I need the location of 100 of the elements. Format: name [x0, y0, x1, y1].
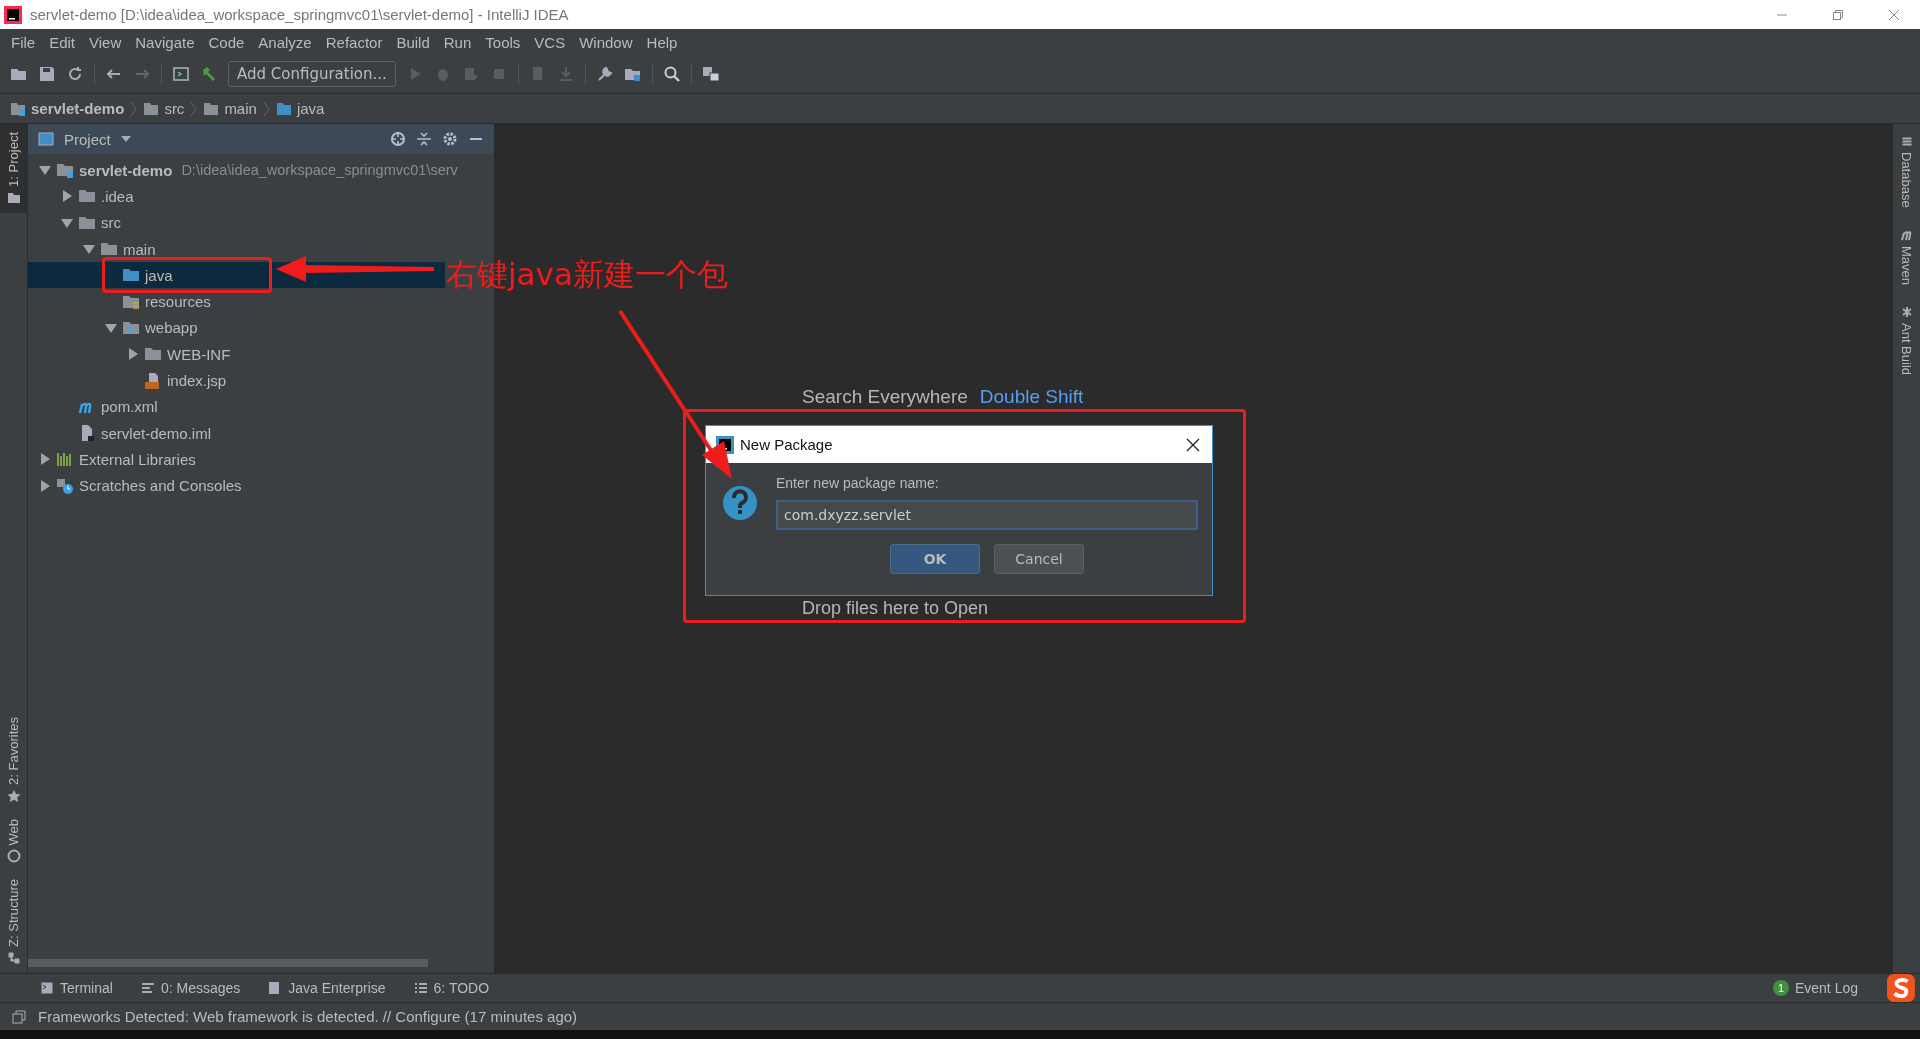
tree-label: main	[123, 240, 156, 258]
tool-window-tab[interactable]: 6: TODO	[413, 980, 490, 996]
menu-item[interactable]: Run	[436, 33, 479, 51]
menu-item[interactable]: VCS	[527, 33, 573, 51]
expand-arrow-icon[interactable]	[105, 321, 117, 334]
tree-row[interactable]: pom.xml	[28, 393, 494, 420]
menu-item[interactable]: Build	[389, 33, 437, 51]
side-tab[interactable]: Web	[0, 810, 27, 872]
scratches-clock-icon	[56, 476, 74, 495]
event-count-badge: 1	[1772, 980, 1789, 996]
tool-window-tab[interactable]: Java Enterprise	[268, 980, 386, 996]
menu-item[interactable]: Code	[201, 33, 252, 51]
menu-item[interactable]: View	[82, 33, 129, 51]
star-icon	[6, 788, 21, 803]
menu-item[interactable]: File	[4, 33, 43, 51]
status-message: Frameworks Detected: Web framework is detected. // Configure (17 minutes ago)	[38, 1008, 578, 1025]
panel-title[interactable]: Project	[64, 130, 111, 148]
expand-arrow-icon[interactable]	[39, 453, 51, 466]
folder-icon	[275, 100, 292, 117]
menu-item[interactable]: Refactor	[318, 33, 390, 51]
breadcrumb[interactable]: java	[275, 100, 325, 117]
tree-label: resources	[145, 293, 211, 311]
tree-row[interactable]: Scratches and Consoles	[28, 472, 494, 499]
tool-window-tab[interactable]: Terminal	[40, 980, 113, 996]
chevron-icon	[190, 100, 198, 117]
breadcrumb[interactable]: main	[203, 100, 257, 117]
chevron-icon	[130, 100, 138, 117]
package-name-field[interactable]: com.dxyzz.servlet	[776, 500, 1198, 530]
presentation-icon[interactable]	[701, 65, 720, 83]
menu-item[interactable]: Analyze	[251, 33, 319, 51]
side-tab[interactable]: Database	[1899, 124, 1914, 218]
tree-label: java	[145, 266, 173, 284]
tree-row[interactable]: servlet-demo.iml	[28, 419, 494, 447]
folder-icon	[6, 190, 21, 205]
expand-arrow-icon[interactable]	[61, 190, 73, 203]
expand-arrow-icon[interactable]	[39, 479, 51, 492]
menu-item[interactable]: Navigate	[128, 33, 202, 51]
tree-label: src	[101, 214, 121, 232]
scrollbar-thumb[interactable]	[28, 959, 428, 967]
prompt-label: Enter new package name:	[776, 475, 940, 491]
save-icon[interactable]	[38, 65, 56, 83]
tool-window-tab[interactable]: 0: Messages	[140, 980, 241, 996]
app-logo-icon	[4, 5, 22, 24]
side-tab[interactable]: Maven	[1899, 217, 1914, 295]
expand-arrow-icon[interactable]	[83, 243, 95, 256]
tree-row[interactable]: webapp	[28, 314, 494, 342]
side-tab[interactable]: Z: Structure	[0, 871, 27, 973]
jsp-file-icon	[144, 371, 162, 390]
dialog-title: New Package	[740, 436, 833, 453]
dropdown-caret-icon[interactable]	[120, 136, 131, 142]
status-toggle-icon[interactable]	[12, 1009, 26, 1024]
run-configuration-button[interactable]: Add Configuration...	[228, 61, 396, 87]
expand-arrow-icon[interactable]	[127, 348, 139, 361]
tree-label: index.jsp	[167, 372, 227, 389]
tree-row[interactable]: .idea	[28, 183, 494, 210]
tree-row[interactable]: src	[28, 209, 494, 236]
globe-icon	[6, 849, 21, 864]
tree-row[interactable]: index.jsp	[28, 367, 494, 394]
tree-label: servlet-demo	[79, 161, 173, 179]
tree-label: WEB-INF	[167, 345, 231, 363]
tree-row[interactable]: WEB-INF	[28, 341, 494, 368]
tree-path: D:\idea\idea_workspace_springmvc01\serv	[181, 162, 458, 179]
tree-label: Scratches and Consoles	[79, 477, 242, 495]
expand-arrow-icon[interactable]	[39, 164, 51, 177]
terminal-window-icon[interactable]	[172, 65, 190, 83]
menu-item[interactable]: Tools	[478, 33, 528, 51]
menu-item[interactable]: Window	[572, 33, 640, 51]
settings-icon[interactable]	[442, 131, 458, 147]
tree-label: servlet-demo.iml	[101, 424, 212, 442]
tree-row[interactable]: servlet-demo D:\idea\idea_workspace_springmvc01\serv	[28, 157, 494, 184]
tree-label: External Libraries	[79, 450, 196, 468]
tree-row[interactable]: External Libraries	[28, 446, 494, 473]
locate-icon[interactable]	[390, 131, 406, 147]
menu-item[interactable]: Help	[639, 33, 685, 51]
tree-label: webapp	[145, 319, 198, 337]
expand-arrow-icon[interactable]	[61, 216, 73, 229]
hint-text: Search Everywhere	[802, 386, 968, 408]
side-tab[interactable]: Ant Build	[1899, 294, 1914, 385]
tree-label: .idea	[101, 187, 134, 205]
project-window-icon	[38, 131, 54, 147]
sync-icon[interactable]	[66, 65, 84, 83]
folder-icon	[56, 161, 74, 180]
collapse-all-icon[interactable]	[416, 131, 432, 147]
restore-icon[interactable]	[1832, 8, 1844, 21]
side-tab[interactable]: 1: Project	[0, 124, 27, 213]
ok-button[interactable]: OK	[890, 544, 980, 574]
side-tab[interactable]: 2: Favorites	[0, 708, 27, 811]
window-title: servlet-demo [D:\idea\idea_workspace_springmvc01\servlet-demo] - IntelliJ IDEA	[30, 6, 569, 23]
close-icon[interactable]	[1186, 437, 1200, 452]
breadcrumb[interactable]: src	[143, 100, 185, 117]
structure-icon	[6, 951, 21, 965]
search-icon[interactable]	[662, 65, 681, 83]
cancel-button[interactable]: Cancel	[994, 544, 1084, 574]
menu-item[interactable]: Edit	[42, 33, 83, 51]
breadcrumb[interactable]: servlet-demo	[10, 100, 125, 117]
folder-icon	[143, 100, 160, 117]
messages-icon	[140, 981, 155, 995]
event-log-tab[interactable]: Event Log	[1794, 980, 1858, 996]
input-method-icon[interactable]	[1886, 973, 1916, 1003]
list-icon	[413, 981, 428, 995]
